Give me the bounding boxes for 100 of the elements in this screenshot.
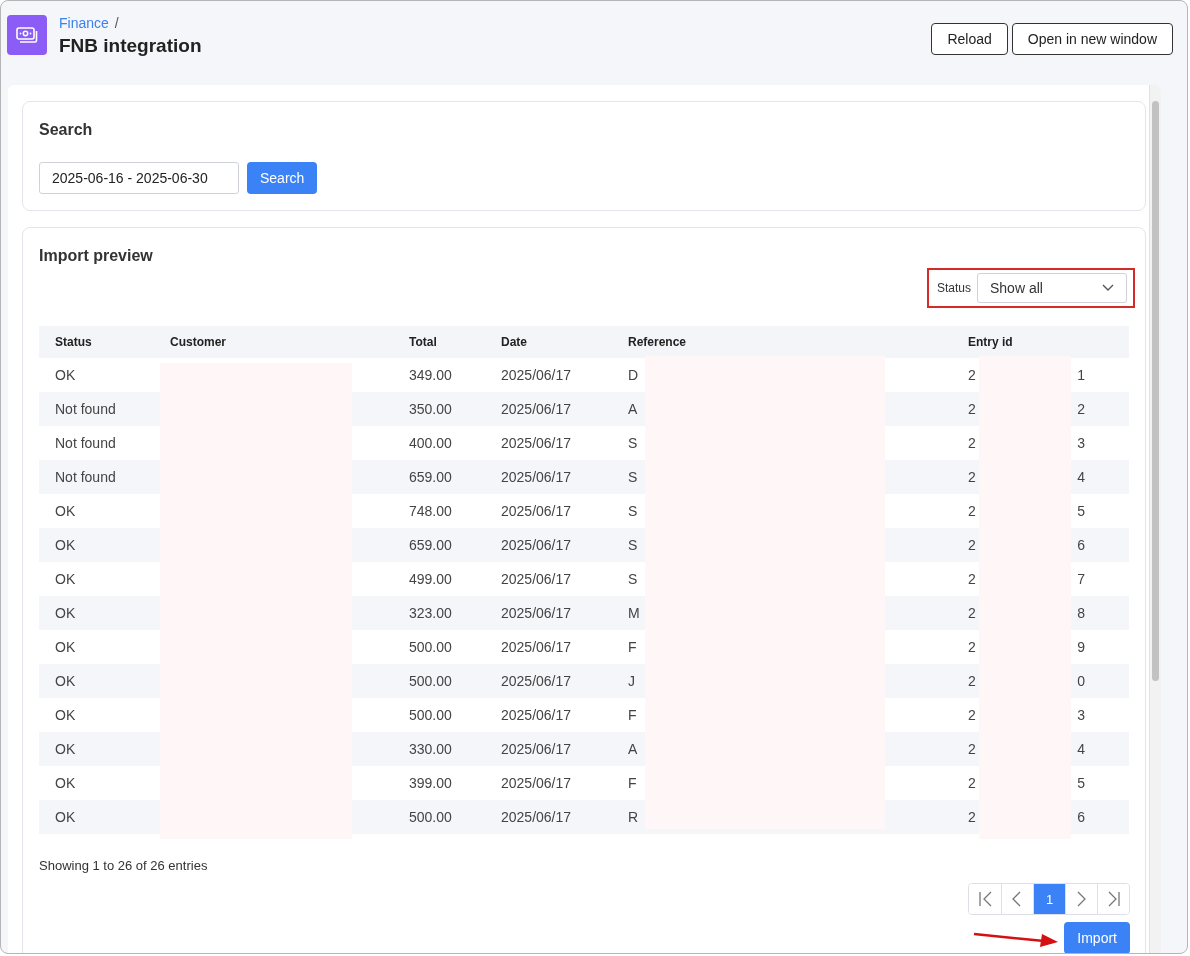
select-value: Show all: [990, 280, 1043, 296]
table-cell: F: [612, 630, 952, 664]
table-cell: 2: [1077, 401, 1085, 417]
table-cell: 2: [968, 571, 976, 587]
table-cell: Not found: [39, 392, 154, 426]
table-cell: 330.00: [393, 732, 485, 766]
column-header: Customer: [154, 326, 393, 358]
filter-label: Status: [936, 281, 971, 295]
table-cell: 2: [968, 367, 976, 383]
status-select[interactable]: Show all: [977, 273, 1127, 303]
table-cell: 2: [968, 707, 976, 723]
table-cell: OK: [39, 358, 154, 392]
table-cell: 2025/06/17: [485, 630, 612, 664]
table-cell: F: [612, 766, 952, 800]
last-page-icon: [1106, 891, 1121, 907]
table-cell: 2: [968, 809, 976, 825]
table-cell: F: [612, 698, 952, 732]
scrollbar-thumb[interactable]: [1152, 101, 1159, 681]
entries-summary: Showing 1 to 26 of 26 entries: [39, 858, 209, 873]
table-cell: 0: [1077, 673, 1085, 689]
table-cell: 6: [1077, 809, 1085, 825]
table-cell: 500.00: [393, 664, 485, 698]
breadcrumb-link[interactable]: Finance: [59, 15, 109, 31]
table-cell: 2: [968, 639, 976, 655]
table-cell: 500.00: [393, 698, 485, 732]
table-cell: 6: [1077, 537, 1085, 553]
table-cell: 5: [1077, 775, 1085, 791]
table-cell: 2: [968, 435, 976, 451]
table-cell: 2025/06/17: [485, 596, 612, 630]
table-cell: 500.00: [393, 630, 485, 664]
table-cell: 2025/06/17: [485, 766, 612, 800]
import-button[interactable]: Import: [1064, 922, 1130, 953]
last-page-button[interactable]: [1097, 884, 1129, 914]
table-cell: 7: [1077, 571, 1085, 587]
table-cell: 2025/06/17: [485, 358, 612, 392]
table-cell: 8: [1077, 605, 1085, 621]
table-cell: Not found: [39, 426, 154, 460]
page-button[interactable]: 1: [1033, 884, 1065, 914]
table-cell: OK: [39, 732, 154, 766]
page-title: FNB integration: [59, 35, 202, 57]
column-header: Reference: [612, 326, 952, 358]
column-header: Entry id: [952, 326, 1129, 358]
table-cell: 2025/06/17: [485, 698, 612, 732]
table-cell: 400.00: [393, 426, 485, 460]
table-cell: 2025/06/17: [485, 460, 612, 494]
table-cell: 500.00: [393, 800, 485, 834]
breadcrumb-separator: /: [114, 15, 119, 31]
section-title: Search: [39, 121, 94, 139]
table-cell: OK: [39, 698, 154, 732]
table-cell: 2: [968, 673, 976, 689]
table-cell: 659.00: [393, 528, 485, 562]
table-cell: OK: [39, 630, 154, 664]
table-cell: 2025/06/17: [485, 494, 612, 528]
search-button[interactable]: Search: [247, 162, 318, 194]
table-cell: 2: [968, 741, 976, 757]
column-header: Total: [393, 326, 485, 358]
table-cell: S: [612, 562, 952, 596]
table-cell: 399.00: [393, 766, 485, 800]
table-cell: 323.00: [393, 596, 485, 630]
table-cell: 2025/06/17: [485, 528, 612, 562]
table-cell: 2: [968, 469, 976, 485]
table-cell: 5: [1077, 503, 1085, 519]
table-cell: OK: [39, 664, 154, 698]
open-window-button[interactable]: Open in new window: [1011, 23, 1173, 55]
column-header: Status: [39, 326, 154, 358]
table-cell: 4: [1077, 469, 1085, 485]
table-cell: 3: [1077, 707, 1085, 723]
table-cell: 2: [968, 401, 976, 417]
table-cell: S: [612, 494, 952, 528]
table-cell: 2025/06/17: [485, 664, 612, 698]
table-cell: 2: [968, 605, 976, 621]
table-cell: Not found: [39, 460, 154, 494]
table-cell: 2025/06/17: [485, 562, 612, 596]
table-cell: 1: [1077, 367, 1085, 383]
date-range-field[interactable]: 2025-06-16 - 2025-06-30: [39, 162, 239, 194]
table-cell: 2: [968, 537, 976, 553]
table-cell: 659.00: [393, 460, 485, 494]
table-cell: OK: [39, 494, 154, 528]
table-cell: 9: [1077, 639, 1085, 655]
table-cell: 499.00: [393, 562, 485, 596]
table-cell: 2: [968, 775, 976, 791]
reload-button[interactable]: Reload: [931, 23, 1008, 55]
table-cell: 4: [1077, 741, 1085, 757]
table-cell: S: [612, 426, 952, 460]
table-cell: OK: [39, 596, 154, 630]
table-cell: OK: [39, 766, 154, 800]
chevron-down-icon: [1102, 284, 1114, 292]
scrollbar[interactable]: [1149, 85, 1161, 953]
section-title: Import preview: [39, 247, 154, 265]
table-cell: OK: [39, 562, 154, 596]
table-cell: 3: [1077, 435, 1085, 451]
banknote-icon: [16, 26, 38, 44]
table-cell: 349.00: [393, 358, 485, 392]
table-cell: 748.00: [393, 494, 485, 528]
column-header: Date: [485, 326, 612, 358]
first-page-icon: [977, 891, 993, 907]
table-cell: 2: [968, 503, 976, 519]
table-cell: D: [612, 358, 952, 392]
table-cell: 350.00: [393, 392, 485, 426]
table-cell: OK: [39, 800, 154, 834]
